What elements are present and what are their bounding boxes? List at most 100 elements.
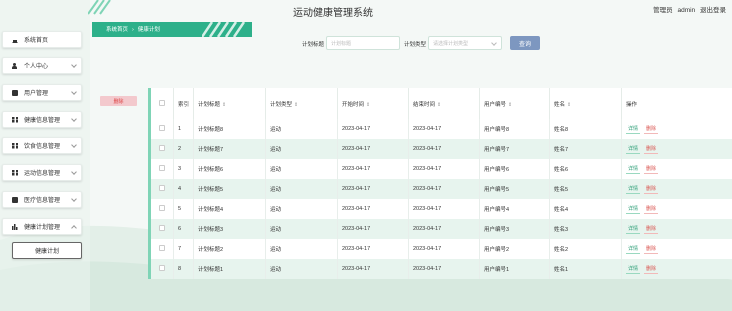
- cell-name: 姓名8: [549, 119, 622, 139]
- sidebar-item-health-plan[interactable]: 健康计划管理: [2, 218, 82, 235]
- row-checkbox[interactable]: [159, 205, 165, 211]
- sort-icon[interactable]: ⇕: [567, 102, 571, 108]
- row-select-cell[interactable]: [148, 259, 174, 279]
- row-select-cell[interactable]: [148, 219, 174, 239]
- row-checkbox[interactable]: [159, 225, 165, 231]
- column-header-user-no[interactable]: 用户编号 ⇕: [479, 88, 550, 119]
- cell-start: 2023-04-17: [337, 199, 409, 219]
- cell-start: 2023-04-17: [337, 219, 409, 239]
- delete-button[interactable]: 删除: [644, 224, 659, 234]
- cell-user-no: 用户编号2: [479, 239, 550, 259]
- cell-title: 计划标题2: [193, 239, 266, 259]
- sidebar-item-profile[interactable]: 个人中心: [2, 57, 82, 74]
- batch-delete-button[interactable]: 删除: [100, 96, 137, 106]
- detail-button[interactable]: 详情: [626, 164, 641, 174]
- sidebar-item-label: 医疗信息管理: [24, 198, 61, 204]
- cell-index: 4: [173, 179, 194, 199]
- cell-actions: 详情 删除: [621, 139, 732, 159]
- cell-user-no: 用户编号4: [479, 199, 550, 219]
- breadcrumb-home[interactable]: 系统首页: [106, 27, 128, 33]
- sidebar-item-diet-info[interactable]: 饮食信息管理: [2, 137, 82, 154]
- cell-name: 姓名3: [549, 219, 622, 239]
- sort-icon[interactable]: ⇕: [508, 102, 512, 108]
- sidebar-item-label: 个人中心: [24, 64, 49, 70]
- username: admin: [677, 7, 696, 14]
- chevron-down-icon: [71, 169, 77, 175]
- sort-icon[interactable]: ⇕: [437, 102, 441, 108]
- detail-button[interactable]: 详情: [626, 204, 641, 214]
- sort-icon[interactable]: ⇕: [366, 102, 370, 108]
- column-header-title[interactable]: 计划标题 ⇕: [193, 88, 266, 119]
- row-select-cell[interactable]: [148, 199, 174, 219]
- row-select-cell[interactable]: [148, 159, 174, 179]
- sidebar-item-home[interactable]: 系统首页: [2, 31, 82, 48]
- detail-button[interactable]: 详情: [626, 264, 641, 274]
- cell-actions: 详情 删除: [621, 179, 732, 199]
- sidebar-item-users[interactable]: 用户管理: [2, 84, 82, 101]
- row-checkbox[interactable]: [159, 265, 165, 271]
- row-checkbox[interactable]: [159, 245, 165, 251]
- sidebar-item-label: 健康信息管理: [24, 118, 61, 124]
- sidebar-subitem-health-plan[interactable]: 健康计划: [12, 242, 82, 259]
- row-checkbox[interactable]: [159, 185, 165, 191]
- grid-icon: [12, 142, 18, 149]
- data-table: 索引 计划标题 ⇕ 计划类型 ⇕ 开始时间 ⇕ 结束时间 ⇕ 用户编号 ⇕ 姓名 ⇕ 操作 …: [148, 88, 732, 279]
- sort-icon[interactable]: ⇕: [294, 102, 298, 108]
- cell-index: 2: [173, 139, 194, 159]
- cell-name: 姓名6: [549, 159, 622, 179]
- select-all-checkbox[interactable]: [159, 99, 165, 106]
- column-header-end[interactable]: 结束时间 ⇕: [408, 88, 480, 119]
- detail-button[interactable]: 详情: [626, 184, 641, 194]
- select-all-cell[interactable]: [148, 88, 174, 119]
- delete-button[interactable]: 删除: [644, 124, 659, 134]
- column-header-start[interactable]: 开始时间 ⇕: [337, 88, 409, 119]
- sort-icon[interactable]: ⇕: [222, 102, 226, 108]
- home-icon: [12, 37, 18, 43]
- cell-start: 2023-04-17: [337, 179, 409, 199]
- cell-start: 2023-04-17: [337, 259, 409, 279]
- delete-button[interactable]: 删除: [644, 164, 659, 174]
- row-checkbox[interactable]: [159, 125, 165, 131]
- column-header-name[interactable]: 姓名 ⇕: [549, 88, 622, 119]
- cell-index: 7: [173, 239, 194, 259]
- search-button[interactable]: 查询: [510, 36, 540, 50]
- sidebar-item-medical-info[interactable]: 医疗信息管理: [2, 191, 82, 208]
- detail-button[interactable]: 详情: [626, 244, 641, 254]
- breadcrumb-separator: ›: [132, 27, 134, 33]
- app-title: 运动健康管理系统: [293, 8, 373, 19]
- row-select-cell[interactable]: [148, 139, 174, 159]
- detail-button[interactable]: 详情: [626, 124, 641, 134]
- logout-link[interactable]: 退出登录: [700, 7, 726, 14]
- plan-type-select[interactable]: 请选择计划类型: [428, 36, 502, 50]
- delete-button[interactable]: 删除: [644, 184, 659, 194]
- chevron-down-icon: [71, 196, 77, 202]
- row-checkbox[interactable]: [159, 145, 165, 151]
- top-header: 运动健康管理系统 管理员 admin 退出登录: [0, 0, 732, 22]
- row-select-cell[interactable]: [148, 239, 174, 259]
- delete-button[interactable]: 删除: [644, 204, 659, 214]
- row-select-cell[interactable]: [148, 179, 174, 199]
- breadcrumb: 系统首页 › 健康计划: [92, 22, 252, 37]
- detail-button[interactable]: 详情: [626, 144, 641, 154]
- sidebar-item-exercise-info[interactable]: 运动信息管理: [2, 164, 82, 181]
- sidebar-item-health-info[interactable]: 健康信息管理: [2, 111, 82, 128]
- plan-title-input[interactable]: 计划标题: [326, 36, 400, 50]
- detail-button[interactable]: 详情: [626, 224, 641, 234]
- delete-button[interactable]: 删除: [644, 264, 659, 274]
- column-header-type[interactable]: 计划类型 ⇕: [265, 88, 338, 119]
- plan-title-label: 计划标题: [302, 42, 325, 48]
- cell-title: 计划标题7: [193, 139, 266, 159]
- row-checkbox[interactable]: [159, 165, 165, 171]
- cell-type: 运动: [265, 159, 338, 179]
- row-select-cell[interactable]: [148, 119, 174, 139]
- sidebar-item-label: 用户管理: [24, 91, 49, 97]
- delete-button[interactable]: 删除: [644, 244, 659, 254]
- cell-user-no: 用户编号6: [479, 159, 550, 179]
- table-row: 1 计划标题8 运动 2023-04-17 2023-04-17 用户编号8 姓名8 详情 删除: [148, 119, 732, 139]
- cell-end: 2023-04-17: [408, 139, 480, 159]
- delete-button[interactable]: 删除: [644, 144, 659, 154]
- cell-end: 2023-04-17: [408, 179, 480, 199]
- cell-actions: 详情 删除: [621, 119, 732, 139]
- cell-user-no: 用户编号3: [479, 219, 550, 239]
- sidebar-item-label: 系统首页: [24, 38, 49, 44]
